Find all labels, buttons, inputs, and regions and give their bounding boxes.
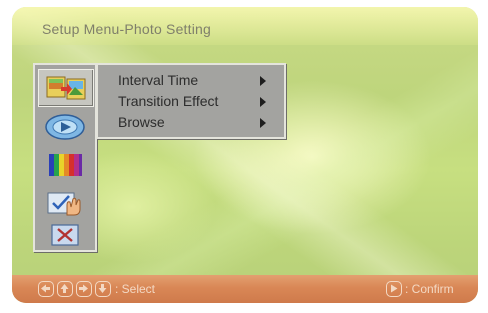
left-arrow-key-icon — [38, 281, 54, 297]
select-hint: : Select — [115, 282, 156, 296]
menu-item-label: Interval Time — [118, 72, 199, 88]
photo-setting-submenu: Interval Time Transition Effect Browse — [96, 63, 286, 139]
help-bar: : Select : Confirm — [12, 275, 478, 303]
exit-icon — [51, 224, 79, 246]
up-arrow-key-icon — [57, 281, 73, 297]
menu-item-transition-effect[interactable]: Transition Effect — [118, 93, 278, 111]
sidebar-item-video[interactable] — [43, 113, 87, 141]
play-key-icon — [386, 281, 402, 297]
sidebar-item-photo-setting[interactable] — [38, 69, 94, 107]
menu-display: Setup Menu-Photo Setting Interval Time T… — [12, 7, 478, 303]
sidebar-item-color[interactable] — [43, 151, 87, 179]
color-bars-icon — [49, 154, 82, 176]
page-title: Setup Menu-Photo Setting — [42, 21, 212, 37]
sidebar-icon-menu — [33, 63, 97, 252]
submenu-arrow-icon — [260, 97, 266, 107]
photo-setting-icon — [46, 76, 86, 100]
hand-check-icon — [47, 192, 81, 216]
menu-item-interval-time[interactable]: Interval Time — [118, 72, 278, 90]
title-bar: Setup Menu-Photo Setting — [12, 7, 478, 45]
menu-item-label: Transition Effect — [118, 93, 219, 109]
sidebar-item-exit[interactable] — [43, 221, 87, 249]
video-disc-icon — [45, 114, 85, 140]
submenu-arrow-icon — [260, 118, 266, 128]
screen: Setup Menu-Photo Setting Interval Time T… — [0, 0, 488, 313]
submenu-arrow-icon — [260, 76, 266, 86]
menu-item-browse[interactable]: Browse — [118, 114, 278, 132]
confirm-hint: : Confirm — [405, 282, 454, 296]
menu-item-label: Browse — [118, 114, 165, 130]
sidebar-item-preference[interactable] — [43, 189, 87, 217]
right-arrow-key-icon — [76, 281, 92, 297]
down-arrow-key-icon — [95, 281, 111, 297]
